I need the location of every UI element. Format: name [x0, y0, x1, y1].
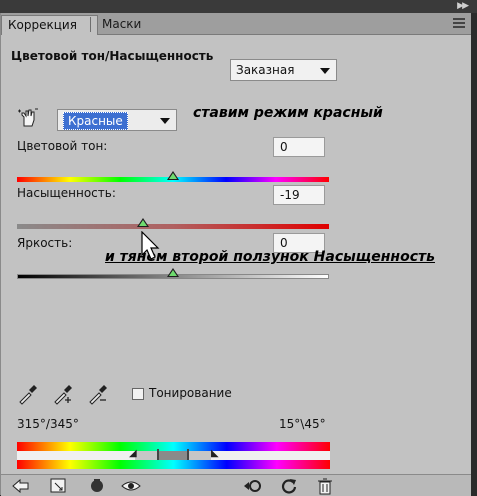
range-outer-right-handle[interactable]: ◣	[211, 449, 219, 459]
back-arrow-icon[interactable]	[11, 477, 31, 495]
range-falloff-left[interactable]	[135, 451, 159, 460]
channel-select-value: Красные	[63, 112, 128, 130]
colorize-label: Тонирование	[149, 386, 232, 400]
annotation-select-red: ставим режим красный	[193, 105, 383, 121]
clip-to-layer-icon[interactable]	[87, 477, 107, 495]
panel-bottom-toolbar	[1, 474, 471, 496]
eyedropper-subtract-icon[interactable]	[87, 383, 109, 405]
hue-slider-thumb[interactable]	[167, 171, 179, 180]
saturation-value-field[interactable]: -19	[273, 185, 325, 205]
lightness-label: Яркость:	[17, 236, 73, 250]
hue-value-field[interactable]: 0	[273, 137, 325, 157]
tab-separator	[90, 17, 91, 32]
panel-tab-bar: Коррекция Маски	[1, 13, 471, 35]
tab-masks[interactable]: Маски	[96, 15, 147, 34]
trash-icon[interactable]	[315, 477, 335, 495]
expand-view-icon[interactable]	[49, 477, 69, 495]
collapse-arrows-icon[interactable]: ▶▶	[457, 1, 469, 11]
lightness-slider-thumb[interactable]	[167, 268, 179, 277]
targeted-adjustment-hand-icon[interactable]	[17, 108, 39, 128]
mouse-cursor-icon	[141, 231, 160, 260]
saturation-slider-thumb[interactable]	[137, 218, 150, 227]
chevron-down-icon	[320, 68, 330, 74]
input-color-spectrum	[17, 442, 330, 451]
adjustments-panel: Коррекция Маски Цветовой тон/Насыщенност…	[0, 13, 471, 496]
range-right-degrees: 15°\45°	[279, 417, 326, 431]
saturation-slider-track[interactable]	[17, 224, 329, 229]
adjustment-title: Цветовой тон/Насыщенность	[11, 49, 214, 63]
range-outer-left-handle[interactable]: ◢	[129, 449, 137, 459]
panel-top-strip: ▶▶	[0, 0, 477, 13]
eyedropper-add-icon[interactable]	[52, 383, 74, 405]
output-color-spectrum	[17, 460, 330, 469]
view-previous-state-icon[interactable]	[243, 477, 263, 495]
panel-menu-icon[interactable]	[453, 18, 465, 28]
preset-select[interactable]: Заказная	[230, 59, 337, 81]
range-falloff-right[interactable]	[187, 451, 211, 460]
range-center[interactable]	[159, 451, 187, 460]
channel-select[interactable]: Красные	[57, 109, 177, 131]
range-left-degrees: 315°/345°	[17, 417, 79, 431]
tab-adjustments[interactable]: Коррекция	[1, 15, 98, 35]
reset-icon[interactable]	[279, 477, 299, 495]
colorize-checkbox[interactable]	[132, 388, 144, 400]
preset-select-value: Заказная	[236, 63, 295, 77]
eyedropper-icon[interactable]	[17, 383, 39, 405]
eye-icon[interactable]	[121, 477, 141, 495]
chevron-down-icon	[160, 118, 170, 124]
hue-label: Цветовой тон:	[17, 139, 108, 153]
saturation-label: Насыщенность:	[17, 186, 116, 200]
